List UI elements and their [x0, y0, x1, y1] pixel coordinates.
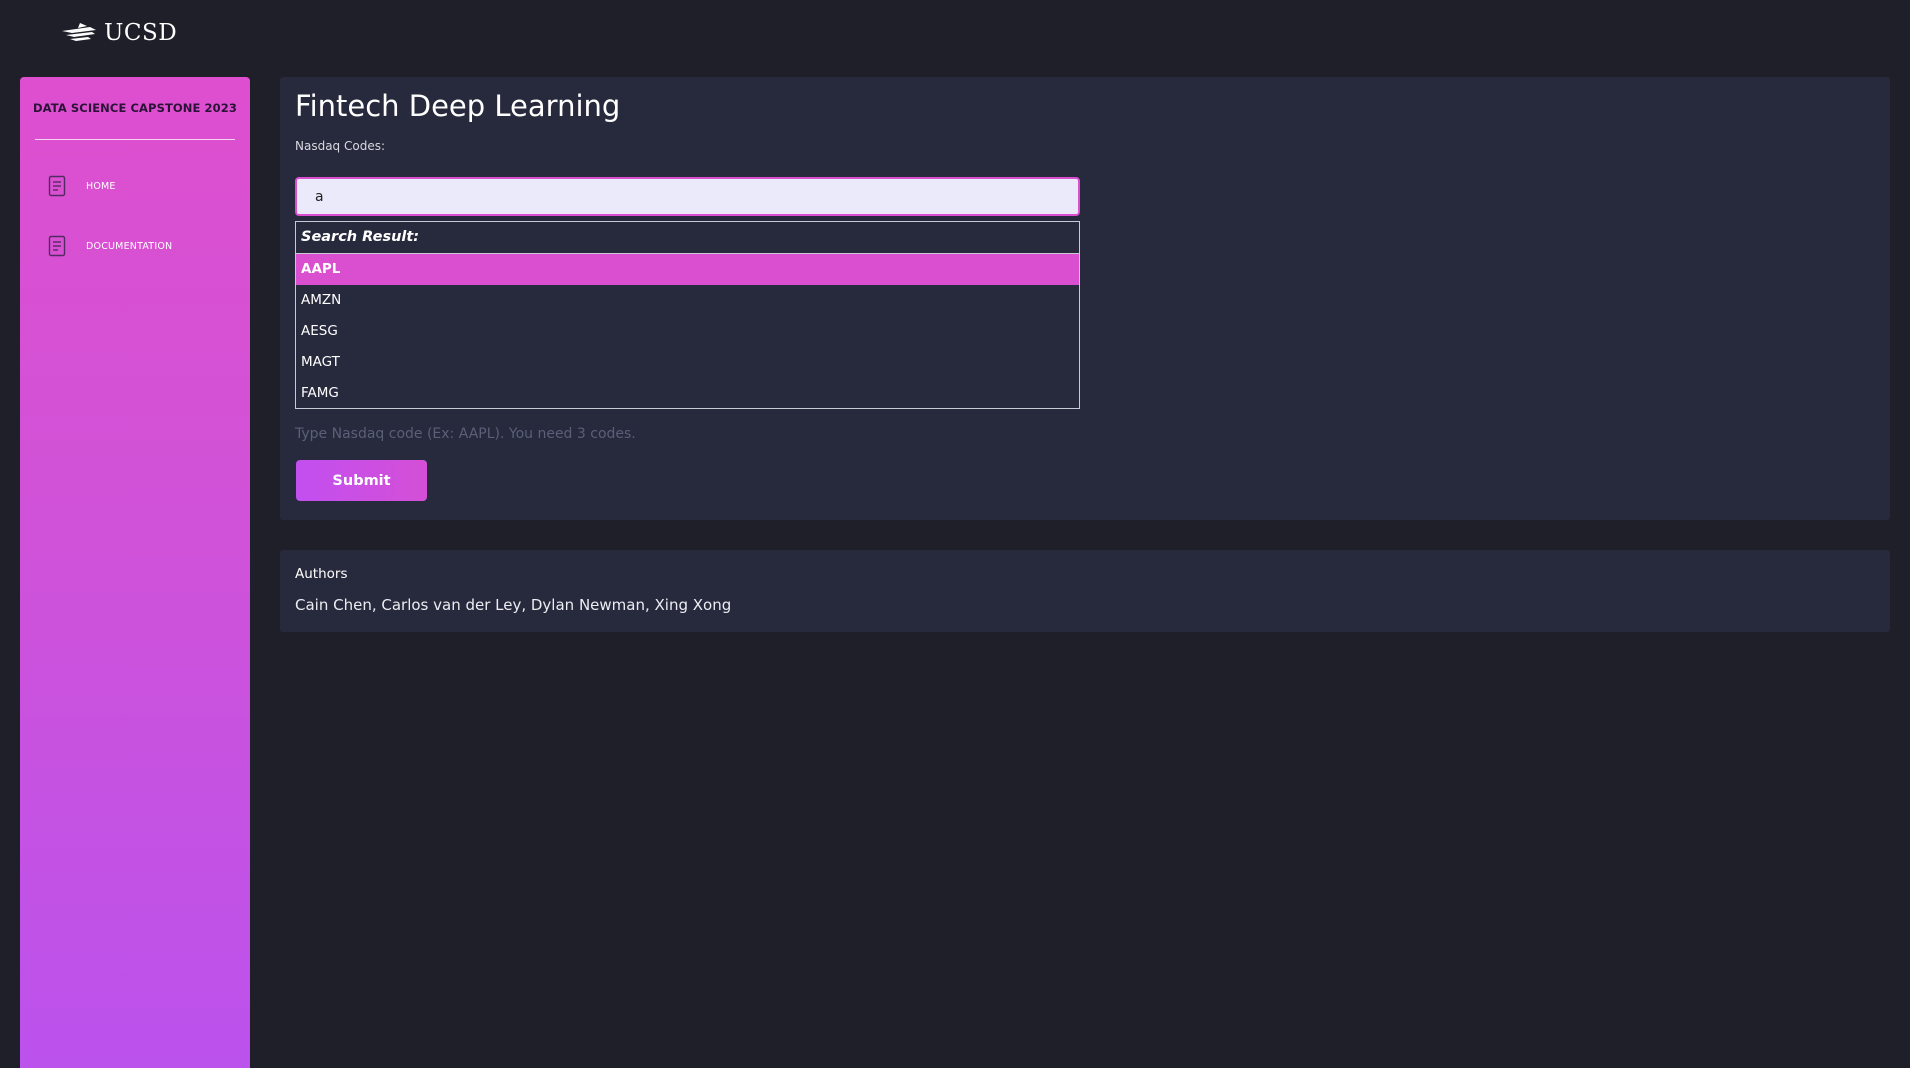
authors-names: Cain Chen, Carlos van der Ley, Dylan New… — [295, 596, 732, 614]
top-bar: UCSD — [0, 0, 1910, 66]
result-item-aesg[interactable]: AESG — [296, 316, 1079, 347]
nasdaq-codes-label: Nasdaq Codes: — [295, 139, 385, 153]
logo-text: UCSD — [104, 20, 178, 46]
sidebar: DATA SCIENCE CAPSTONE 2023 HOME DOCUMENT… — [20, 77, 250, 1068]
document-icon — [48, 235, 66, 257]
page-title: Fintech Deep Learning — [295, 89, 621, 123]
result-item-aapl[interactable]: AAPL — [296, 254, 1079, 285]
result-item-amzn[interactable]: AMZN — [296, 285, 1079, 316]
ucsd-logo[interactable]: UCSD — [60, 18, 177, 48]
input-hint-text: Type Nasdaq code (Ex: AAPL). You need 3 … — [295, 426, 636, 442]
result-item-magt[interactable]: MAGT — [296, 347, 1079, 378]
sidebar-item-label: HOME — [86, 180, 116, 192]
authors-title: Authors — [295, 566, 348, 582]
sidebar-item-label: DOCUMENTATION — [86, 240, 173, 252]
sidebar-item-documentation[interactable]: DOCUMENTATION — [48, 235, 172, 257]
submit-button[interactable]: Submit — [296, 460, 427, 501]
authors-panel: Authors Cain Chen, Carlos van der Ley, D… — [280, 550, 1890, 632]
nasdaq-search-input[interactable] — [295, 177, 1080, 216]
search-results-dropdown: Search Result: AAPL AMZN AESG MAGT FAMG — [295, 221, 1080, 409]
sidebar-divider — [35, 139, 235, 140]
sidebar-item-home[interactable]: HOME — [48, 175, 116, 197]
sidebar-title: DATA SCIENCE CAPSTONE 2023 — [33, 101, 237, 115]
document-icon — [48, 175, 66, 197]
triton-logo-icon — [62, 23, 96, 41]
result-item-famg[interactable]: FAMG — [296, 378, 1079, 409]
main-panel: Fintech Deep Learning Nasdaq Codes: Sear… — [280, 77, 1890, 520]
search-results-header: Search Result: — [296, 222, 1079, 254]
